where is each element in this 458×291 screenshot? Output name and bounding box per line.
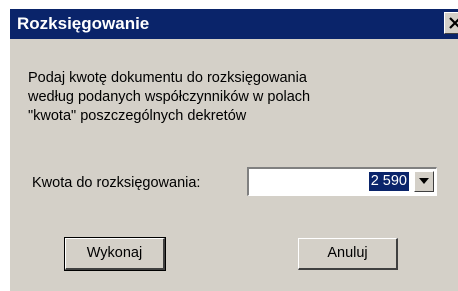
- instruction-line: "kwota" poszczególnych dekretów: [28, 108, 247, 124]
- execute-button[interactable]: Wykonaj: [64, 237, 166, 271]
- cancel-button[interactable]: Anuluj: [298, 238, 398, 270]
- instruction-text: Podaj kwotę dokumentu do rozksięgowania …: [28, 69, 428, 126]
- instruction-line: Podaj kwotę dokumentu do rozksięgowania: [28, 70, 307, 86]
- amount-label: Kwota do rozksięgowania:: [32, 175, 201, 191]
- amount-dropdown-button[interactable]: [414, 171, 434, 192]
- instruction-line: według podanych współczynników w polach: [28, 89, 311, 105]
- chevron-down-icon: [419, 178, 429, 184]
- dialog-body: Podaj kwotę dokumentu do rozksięgowania …: [10, 39, 458, 291]
- window-title: Rozksięgowanie: [17, 14, 150, 33]
- amount-value[interactable]: 2 590: [368, 172, 409, 191]
- dialog-window: Rozksięgowanie Podaj kwotę dokumentu do …: [0, 0, 458, 291]
- amount-combobox[interactable]: 2 590: [247, 167, 437, 196]
- close-icon: [449, 17, 458, 29]
- title-bar[interactable]: Rozksięgowanie: [10, 9, 458, 39]
- close-button[interactable]: [444, 12, 458, 34]
